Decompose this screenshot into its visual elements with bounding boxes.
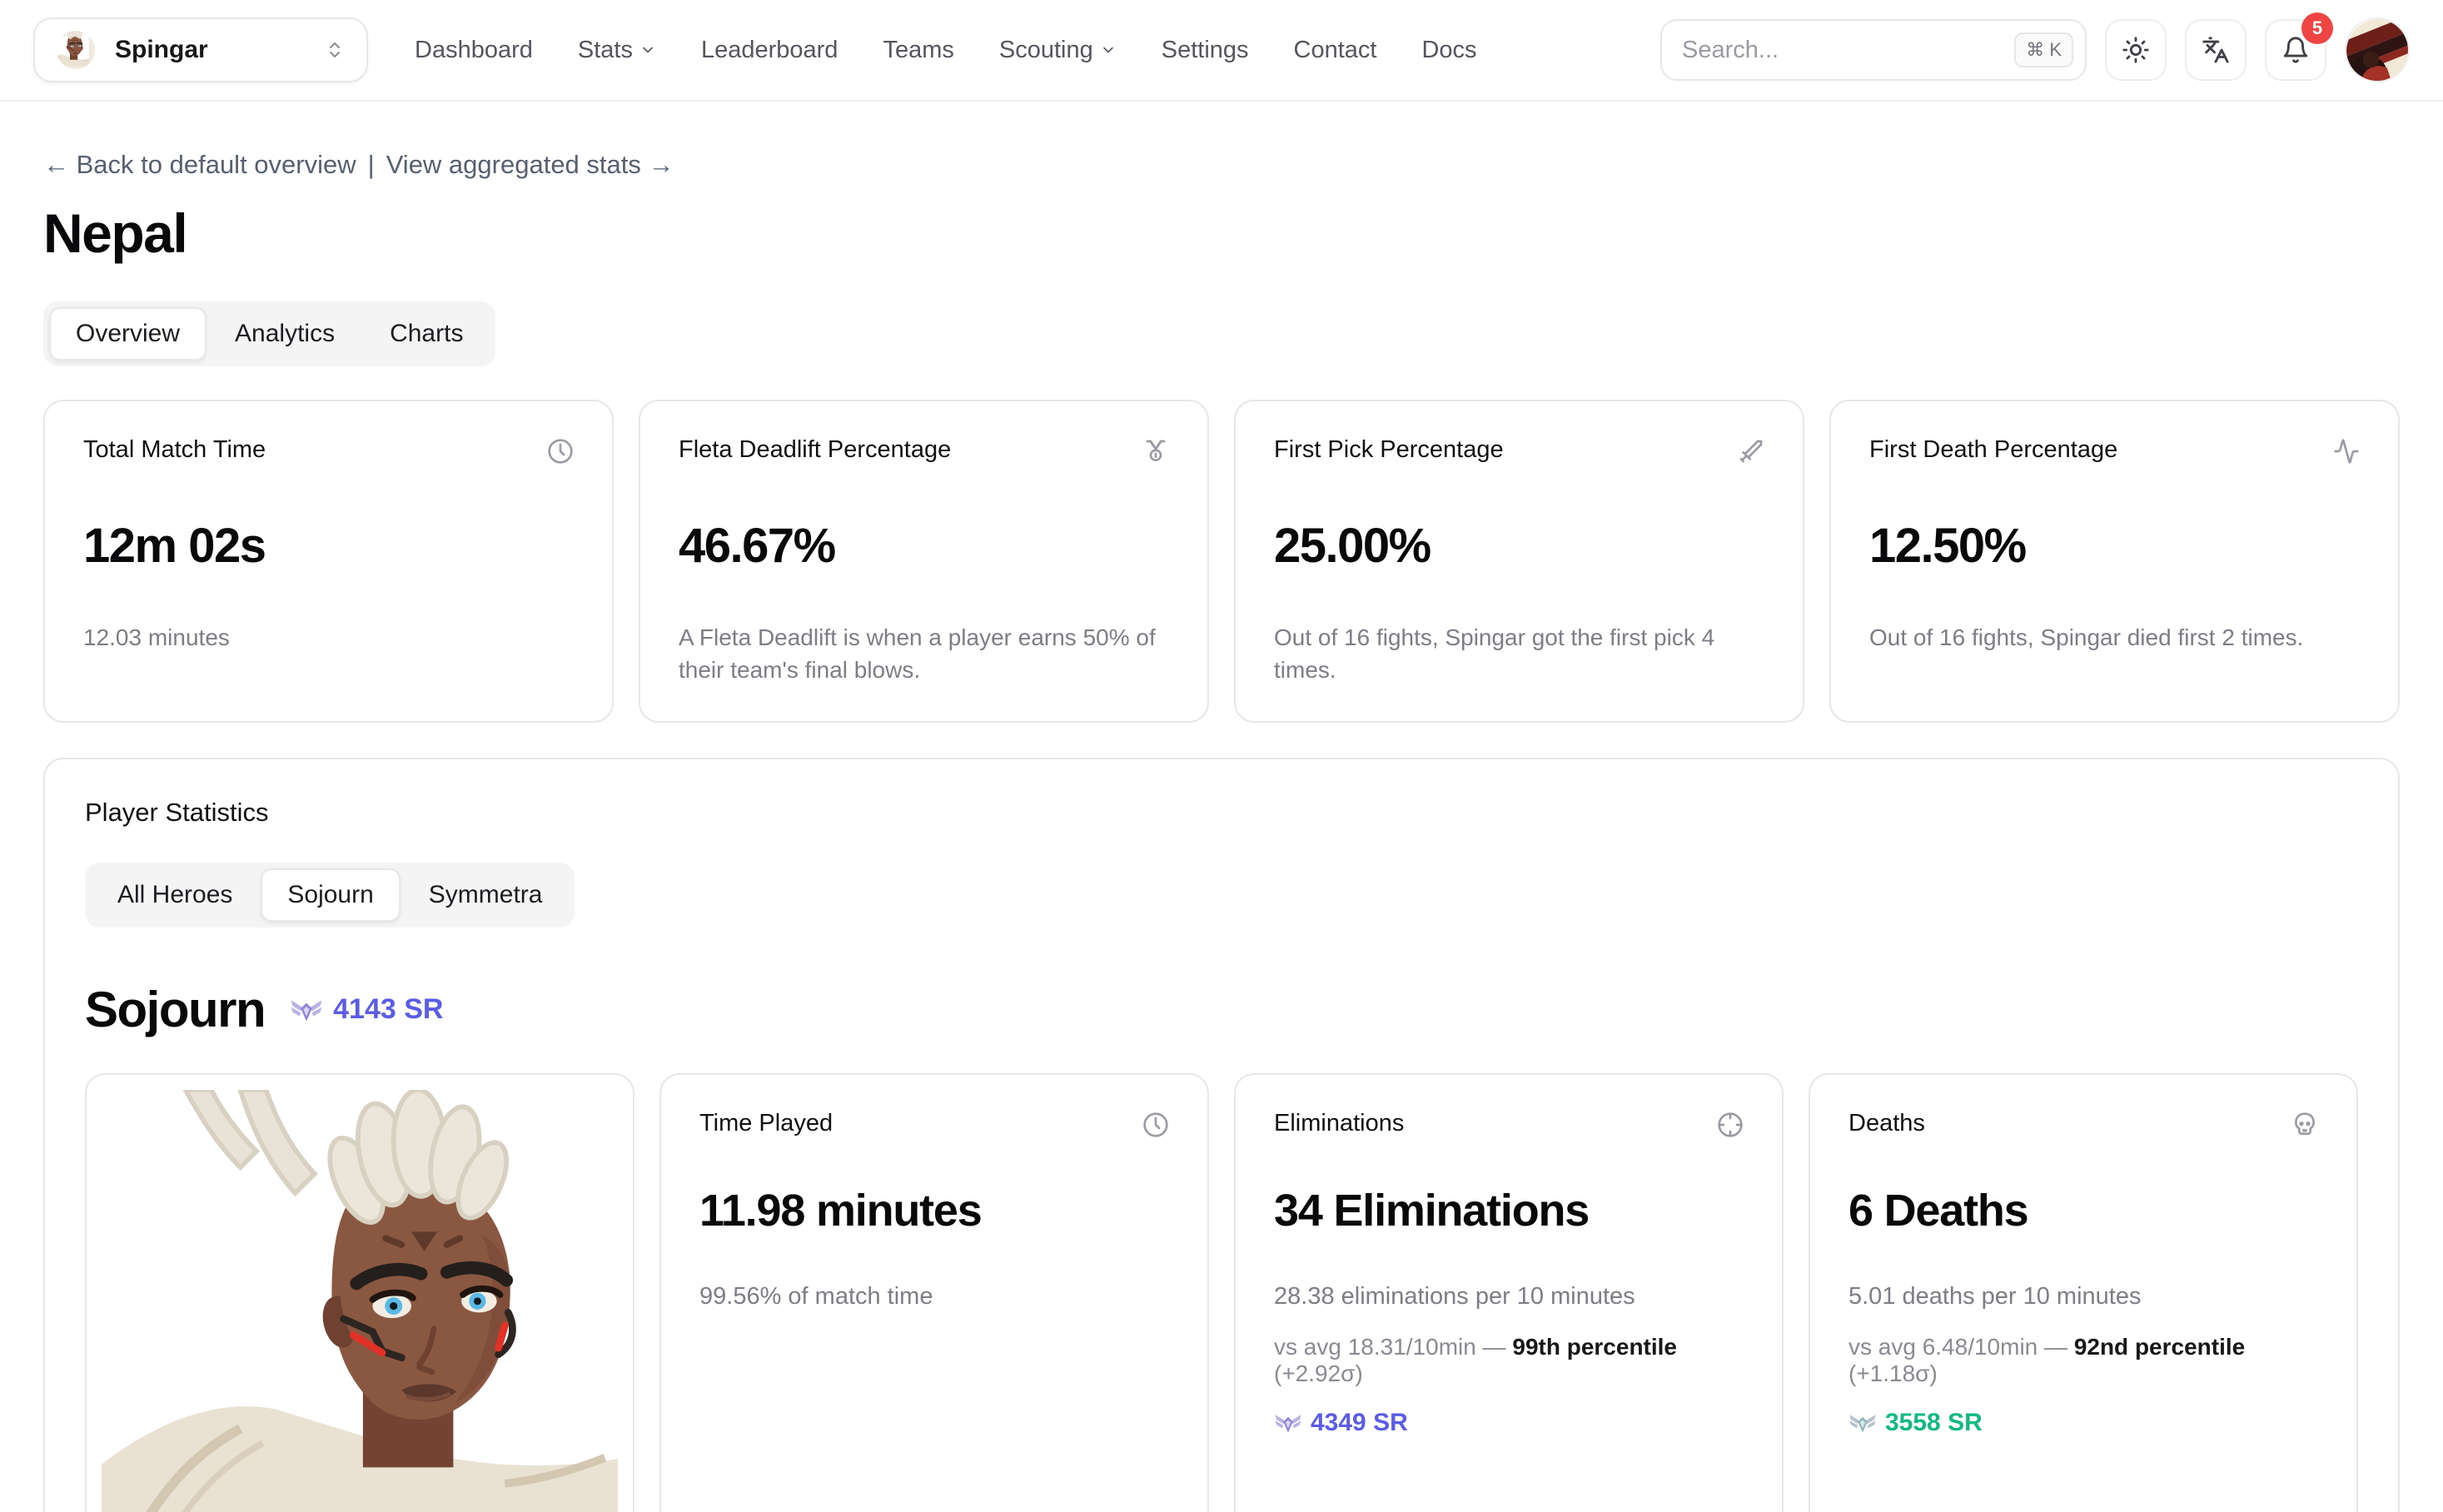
team-avatar	[57, 31, 95, 69]
nav-link-contact[interactable]: Contact	[1294, 37, 1377, 64]
card-value: 34 Eliminations	[1274, 1185, 1744, 1236]
card-title: Fleta Deadlift Percentage	[679, 436, 951, 464]
languages-icon	[2202, 36, 2230, 64]
eliminations-card: Eliminations 34 Eliminations 28.38 elimi…	[1234, 1073, 1784, 1512]
hero-portrait-card	[85, 1073, 634, 1512]
user-avatar[interactable]	[2345, 17, 2410, 82]
nav-link-leaderboard[interactable]: Leaderboard	[701, 37, 838, 64]
card-value: 12m 02s	[83, 518, 574, 574]
tab-symmetra[interactable]: Symmetra	[402, 868, 570, 922]
sr-value: 4349 SR	[1311, 1409, 1408, 1437]
main-content: ← Back to default overview | View aggreg…	[0, 150, 2443, 1512]
nav-link-teams[interactable]: Teams	[883, 37, 953, 64]
card-value: 25.00%	[1274, 518, 1764, 574]
nav-link-scouting[interactable]: Scouting	[999, 37, 1117, 64]
card-description: 12.03 minutes	[83, 622, 574, 654]
hero-sr-value: 4143 SR	[333, 993, 443, 1026]
deaths-sr-row: 3558 SR	[1848, 1409, 2318, 1437]
master-rank-badge-icon	[1274, 1412, 1302, 1434]
diamond-rank-badge-icon	[1848, 1412, 1877, 1434]
search-shortcut: ⌘ K	[2014, 32, 2073, 67]
search-box[interactable]: ⌘ K	[1660, 19, 2087, 81]
deaths-rate: 5.01 deaths per 10 minutes	[1848, 1283, 2318, 1311]
deaths-vs-average: vs avg 6.48/10min — 92nd percentile (+1.…	[1848, 1334, 2318, 1387]
nav-link-docs[interactable]: Docs	[1421, 37, 1476, 64]
view-tabs: Overview Analytics Charts	[43, 301, 495, 366]
card-title: Total Match Time	[83, 436, 266, 464]
sr-value: 3558 SR	[1885, 1409, 1983, 1437]
nav-links: Dashboard Stats Leaderboard Teams Scouti…	[415, 37, 1477, 64]
fleta-deadlift-card: Fleta Deadlift Percentage 46.67% A Fleta…	[639, 400, 1209, 723]
percentile-value: 99th percentile	[1512, 1334, 1677, 1360]
first-death-card: First Death Percentage 12.50% Out of 16 …	[1829, 400, 2400, 723]
search-input[interactable]	[1682, 37, 2014, 64]
total-match-time-card: Total Match Time 12m 02s 12.03 minutes	[43, 400, 614, 723]
skull-icon	[2291, 1112, 2318, 1138]
theme-toggle-button[interactable]	[2105, 19, 2167, 81]
card-title: Eliminations	[1274, 1110, 1404, 1137]
hero-name: Sojourn	[85, 981, 265, 1038]
breadcrumb-separator: |	[368, 150, 375, 180]
card-title: Time Played	[699, 1110, 833, 1137]
eliminations-rate: 28.38 eliminations per 10 minutes	[1274, 1283, 1744, 1311]
hero-sr-chip: 4143 SR	[290, 993, 443, 1026]
eliminations-sr-row: 4349 SR	[1274, 1409, 1744, 1437]
card-title: First Death Percentage	[1869, 436, 2117, 464]
team-selector-label: Spingar	[115, 36, 305, 64]
card-description: A Fleta Deadlift is when a player earns …	[679, 622, 1169, 686]
breadcrumb: ← Back to default overview | View aggreg…	[43, 150, 2400, 180]
card-value: 6 Deaths	[1848, 1185, 2318, 1236]
tab-analytics[interactable]: Analytics	[208, 307, 361, 361]
hero-header: Sojourn 4143 SR	[85, 981, 2358, 1038]
crosshair-icon	[1717, 1112, 1744, 1138]
card-title: Deaths	[1848, 1110, 1925, 1137]
player-statistics-panel: Player Statistics All Heroes Sojourn Sym…	[43, 758, 2400, 1512]
back-to-overview-link[interactable]: ← Back to default overview	[43, 150, 356, 180]
hero-portrait-image	[102, 1090, 618, 1512]
card-value: 46.67%	[679, 518, 1169, 574]
bell-icon	[2281, 36, 2310, 64]
player-statistics-title: Player Statistics	[85, 798, 2358, 828]
team-selector[interactable]: Spingar	[33, 17, 368, 82]
medal-icon	[1142, 438, 1169, 465]
tab-sojourn[interactable]: Sojourn	[261, 868, 400, 922]
master-rank-badge-icon	[290, 997, 323, 1022]
eliminations-vs-average: vs avg 18.31/10min — 99th percentile (+2…	[1274, 1334, 1744, 1387]
card-description: Out of 16 fights, Spingar died first 2 t…	[1869, 622, 2360, 654]
tab-charts[interactable]: Charts	[363, 307, 490, 361]
top-navigation: Spingar Dashboard Stats Leaderboard Team…	[0, 0, 2443, 102]
page-title: Nepal	[43, 201, 2400, 265]
tab-all-heroes[interactable]: All Heroes	[91, 868, 259, 922]
chevron-down-icon	[639, 42, 656, 58]
nav-link-stats[interactable]: Stats	[578, 37, 656, 64]
deaths-card: Deaths 6 Deaths 5.01 deaths per 10 minut…	[1809, 1073, 2358, 1512]
language-button[interactable]	[2185, 19, 2246, 81]
clock-icon	[1142, 1112, 1169, 1138]
hero-tabs: All Heroes Sojourn Symmetra	[85, 863, 575, 928]
activity-icon	[2333, 438, 2360, 465]
match-stat-cards: Total Match Time 12m 02s 12.03 minutes F…	[43, 400, 2400, 723]
notifications-button[interactable]: 5	[2265, 19, 2326, 81]
card-value: 12.50%	[1869, 518, 2360, 574]
view-aggregated-stats-link[interactable]: View aggregated stats →	[386, 150, 674, 180]
first-pick-card: First Pick Percentage 25.00% Out of 16 f…	[1234, 400, 1804, 723]
chevrons-up-down-icon	[325, 40, 345, 60]
card-value: 11.98 minutes	[699, 1185, 1169, 1236]
nav-link-settings[interactable]: Settings	[1162, 37, 1249, 64]
percentile-value: 92nd percentile	[2074, 1334, 2245, 1360]
time-played-card: Time Played 11.98 minutes 99.56% of matc…	[659, 1073, 1209, 1512]
hero-stat-cards: Time Played 11.98 minutes 99.56% of matc…	[85, 1073, 2358, 1512]
sword-icon	[1738, 438, 1764, 465]
nav-right-cluster: ⌘ K 5	[1660, 17, 2410, 82]
tab-overview[interactable]: Overview	[49, 307, 206, 361]
card-title: First Pick Percentage	[1274, 436, 1504, 464]
notification-count-badge: 5	[2301, 12, 2333, 44]
chevron-down-icon	[1100, 42, 1117, 58]
sun-icon	[2122, 36, 2150, 64]
nav-link-dashboard[interactable]: Dashboard	[415, 37, 533, 64]
clock-icon	[547, 438, 574, 465]
card-description: 99.56% of match time	[699, 1283, 1169, 1311]
card-description: Out of 16 fights, Spingar got the first …	[1274, 622, 1764, 686]
